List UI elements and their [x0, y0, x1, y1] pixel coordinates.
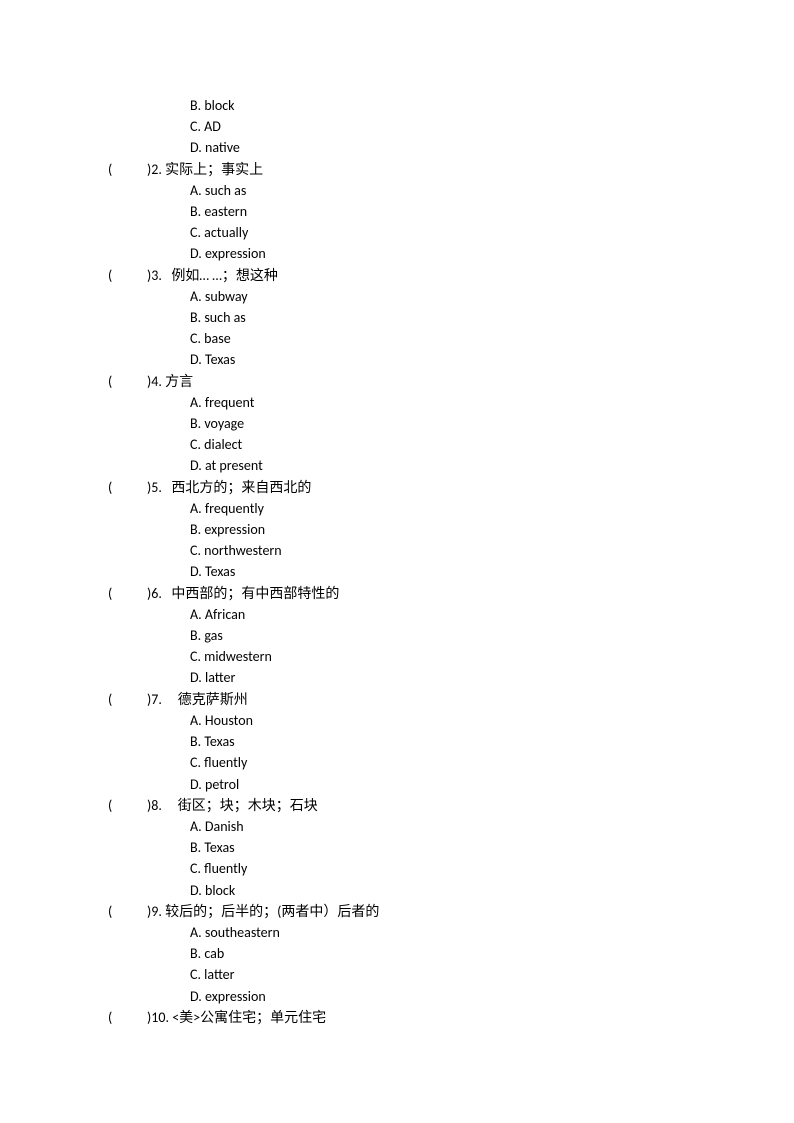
- question-6-option-1: B. gas: [108, 625, 794, 646]
- question-9-option-2: C. latter: [108, 964, 794, 985]
- question-2-option-0: A. such as: [108, 180, 794, 201]
- question-5-option-1: B. expression: [108, 519, 794, 540]
- question-3-option-0: A. subway: [108, 286, 794, 307]
- question-7-option-3: D. petrol: [108, 774, 794, 795]
- question-9: ( )9. 较后的；后半的；(两者中）后者的: [108, 901, 794, 922]
- question-5: ( )5. 西北方的；来自西北的: [108, 477, 794, 498]
- question-2: ( )2. 实际上；事实上: [108, 159, 794, 180]
- question-2-option-2: C. actually: [108, 222, 794, 243]
- question-6-option-2: C. midwestern: [108, 646, 794, 667]
- question-7: ( )7. 德克萨斯州: [108, 689, 794, 710]
- question-9-option-0: A. southeastern: [108, 922, 794, 943]
- question-8-option-2: C. fluently: [108, 858, 794, 879]
- question-3-option-3: D. Texas: [108, 349, 794, 370]
- question-3: ( )3. 例如… …；想这种: [108, 265, 794, 286]
- question-8-option-1: B. Texas: [108, 837, 794, 858]
- question-9-option-3: D. expression: [108, 986, 794, 1007]
- question-8: ( )8. 街区；块；木块；石块: [108, 795, 794, 816]
- question-3-option-2: C. base: [108, 328, 794, 349]
- question-5-option-3: D. Texas: [108, 561, 794, 582]
- question-2-option-1: B. eastern: [108, 201, 794, 222]
- question-6-option-3: D. latter: [108, 667, 794, 688]
- question-7-option-1: B. Texas: [108, 731, 794, 752]
- question-3-option-1: B. such as: [108, 307, 794, 328]
- question-5-option-2: C. northwestern: [108, 540, 794, 561]
- question-6: ( )6. 中西部的；有中西部特性的: [108, 583, 794, 604]
- question-2-option-3: D. expression: [108, 243, 794, 264]
- question-6-option-0: A. African: [108, 604, 794, 625]
- question-4-option-3: D. at present: [108, 455, 794, 476]
- orphan-option-2: D. native: [108, 137, 794, 158]
- quiz-content: B. blockC. ADD. native( )2. 实际上；事实上A. su…: [0, 0, 794, 1028]
- orphan-option-1: C. AD: [108, 116, 794, 137]
- question-8-option-0: A. Danish: [108, 816, 794, 837]
- question-4-option-1: B. voyage: [108, 413, 794, 434]
- question-4-option-0: A. frequent: [108, 392, 794, 413]
- orphan-option-0: B. block: [108, 95, 794, 116]
- question-5-option-0: A. frequently: [108, 498, 794, 519]
- question-8-option-3: D. block: [108, 880, 794, 901]
- question-7-option-2: C. fluently: [108, 752, 794, 773]
- question-10: ( )10. <美>公寓住宅；单元住宅: [108, 1007, 794, 1028]
- question-9-option-1: B. cab: [108, 943, 794, 964]
- question-4-option-2: C. dialect: [108, 434, 794, 455]
- question-7-option-0: A. Houston: [108, 710, 794, 731]
- question-4: ( )4. 方言: [108, 371, 794, 392]
